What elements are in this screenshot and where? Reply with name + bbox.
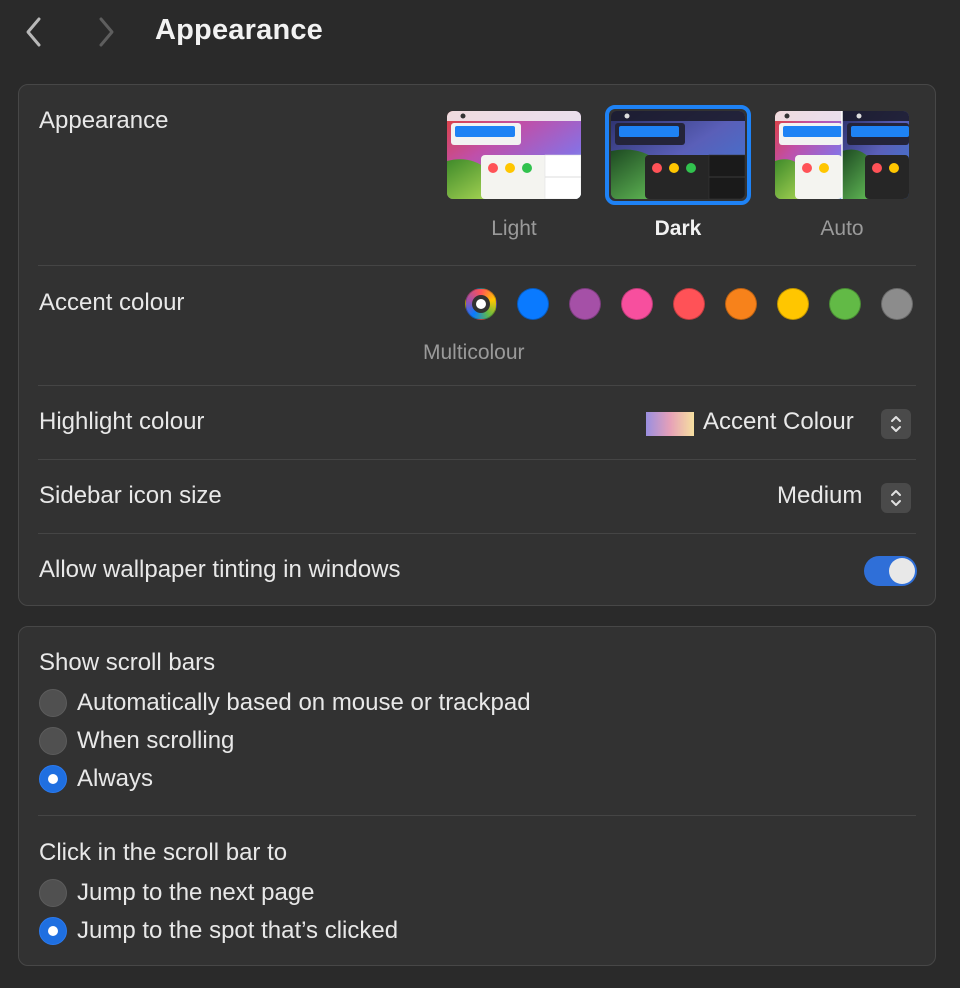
radio-label: Automatically based on mouse or trackpad <box>77 689 531 716</box>
radio-label: Always <box>77 765 154 792</box>
accent-swatch-blue[interactable] <box>517 288 549 320</box>
light-theme-thumbnail <box>447 111 581 199</box>
accent-swatch-multicolour[interactable] <box>465 288 497 320</box>
radio-button[interactable] <box>39 879 67 907</box>
radio-button-selected[interactable] <box>39 765 67 793</box>
radio-button[interactable] <box>39 727 67 755</box>
radio-label: Jump to the next page <box>77 879 315 906</box>
sidebar-icon-size-label: Sidebar icon size <box>39 482 222 509</box>
highlight-colour-stepper[interactable] <box>881 409 911 439</box>
accent-swatch-yellow[interactable] <box>777 288 809 320</box>
divider <box>38 459 916 460</box>
auto-theme-thumbnail <box>775 111 909 199</box>
selected-dot <box>476 299 486 309</box>
appearance-settings-card: Appearance Light Dark Auto Accent colour… <box>18 84 936 606</box>
selection-outline <box>605 105 751 205</box>
toolbar: Appearance <box>0 0 960 64</box>
divider <box>38 533 916 534</box>
toggle-knob <box>889 558 915 584</box>
scroll-bars-option-automatic[interactable]: Automatically based on mouse or trackpad <box>39 687 531 719</box>
divider <box>38 815 916 816</box>
scroll-bars-option-always[interactable]: Always <box>39 763 153 795</box>
click-scroll-option-next-page[interactable]: Jump to the next page <box>39 877 315 909</box>
theme-label-light: Light <box>491 217 537 240</box>
highlight-colour-label: Highlight colour <box>39 408 205 435</box>
chevron-left-icon <box>26 17 41 47</box>
appearance-label: Appearance <box>39 107 169 134</box>
wallpaper-tinting-toggle[interactable] <box>864 556 917 586</box>
show-scroll-bars-label: Show scroll bars <box>39 649 216 676</box>
sidebar-icon-size-value[interactable]: Medium <box>777 482 862 510</box>
radio-label: When scrolling <box>77 727 235 754</box>
accent-swatch-green[interactable] <box>829 288 861 320</box>
accent-swatch-graphite[interactable] <box>881 288 913 320</box>
chevron-right-icon <box>99 17 114 47</box>
click-scroll-bar-label: Click in the scroll bar to <box>39 839 288 866</box>
highlight-colour-swatch <box>646 412 694 436</box>
up-down-chevron-icon <box>891 416 901 432</box>
wallpaper-tinting-label: Allow wallpaper tinting in windows <box>39 556 401 583</box>
scroll-bar-settings-card: Show scroll bars Automatically based on … <box>18 626 936 966</box>
highlight-colour-value[interactable]: Accent Colour <box>703 408 854 436</box>
theme-label-auto: Auto <box>820 217 864 240</box>
click-scroll-option-spot-clicked[interactable]: Jump to the spot that’s clicked <box>39 915 398 947</box>
accent-selected-label: Multicolour <box>423 341 525 364</box>
sidebar-icon-size-stepper[interactable] <box>881 483 911 513</box>
forward-button[interactable] <box>88 14 124 50</box>
accent-colour-label: Accent colour <box>39 289 185 316</box>
radio-dot <box>48 774 58 784</box>
radio-label: Jump to the spot that’s clicked <box>77 917 399 944</box>
radio-dot <box>48 926 58 936</box>
divider <box>38 265 916 266</box>
divider <box>38 385 916 386</box>
up-down-chevron-icon <box>891 490 901 506</box>
radio-button[interactable] <box>39 689 67 717</box>
accent-swatch-purple[interactable] <box>569 288 601 320</box>
back-button[interactable] <box>16 14 52 50</box>
accent-swatch-pink[interactable] <box>621 288 653 320</box>
theme-label-dark: Dark <box>654 217 702 240</box>
page-title: Appearance <box>155 14 324 46</box>
scroll-bars-option-when-scrolling[interactable]: When scrolling <box>39 725 234 757</box>
radio-button-selected[interactable] <box>39 917 67 945</box>
accent-swatch-red[interactable] <box>673 288 705 320</box>
accent-swatch-orange[interactable] <box>725 288 757 320</box>
